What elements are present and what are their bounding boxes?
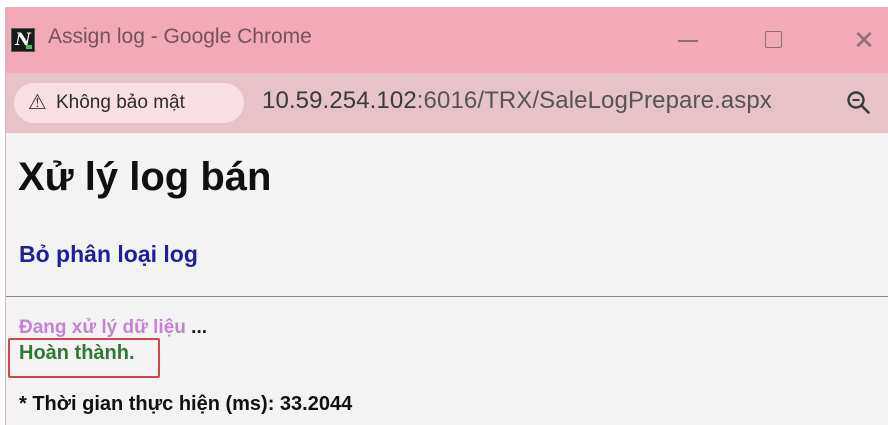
url-field[interactable]: 10.59.254.102:6016/TRX/SaleLogPrepare.as… <box>262 87 772 115</box>
address-bar: ⚠ Không bảo mật 10.59.254.102:6016/TRX/S… <box>6 73 888 133</box>
maximize-button[interactable] <box>754 22 794 58</box>
warning-icon: ⚠ <box>28 91 47 114</box>
security-chip[interactable]: ⚠ Không bảo mật <box>14 83 244 123</box>
divider <box>6 296 888 297</box>
url-path: :6016/TRX/SaleLogPrepare.aspx <box>416 87 772 114</box>
processing-dots: ... <box>185 317 208 338</box>
close-icon: ✕ <box>853 25 875 55</box>
minimize-button[interactable] <box>668 22 708 58</box>
execution-time: * Thời gian thực hiện (ms): 33.2044 <box>19 393 353 415</box>
url-host: 10.59.254.102 <box>262 87 417 114</box>
security-chip-label: Không bảo mật <box>56 92 185 113</box>
window-title: Assign log - Google Chrome <box>48 25 312 48</box>
browser-window: N Assign log - Google Chrome ✕ ⚠ Không b… <box>6 8 888 425</box>
processing-text: Đang xử lý dữ liệu <box>19 317 186 338</box>
page-title: Xử lý log bán <box>18 155 272 199</box>
processing-status: Đang xử lý dữ liệu ... <box>19 317 207 339</box>
highlight-box <box>8 338 160 378</box>
app-icon: N <box>11 28 35 52</box>
zoom-icon[interactable] <box>844 88 874 118</box>
close-button[interactable]: ✕ <box>844 22 884 58</box>
unclassify-log-link[interactable]: Bỏ phân loại log <box>19 241 198 268</box>
title-bar: N Assign log - Google Chrome ✕ <box>6 8 888 73</box>
page-content: Xử lý log bán Bỏ phân loại log Đang xử l… <box>6 133 888 425</box>
